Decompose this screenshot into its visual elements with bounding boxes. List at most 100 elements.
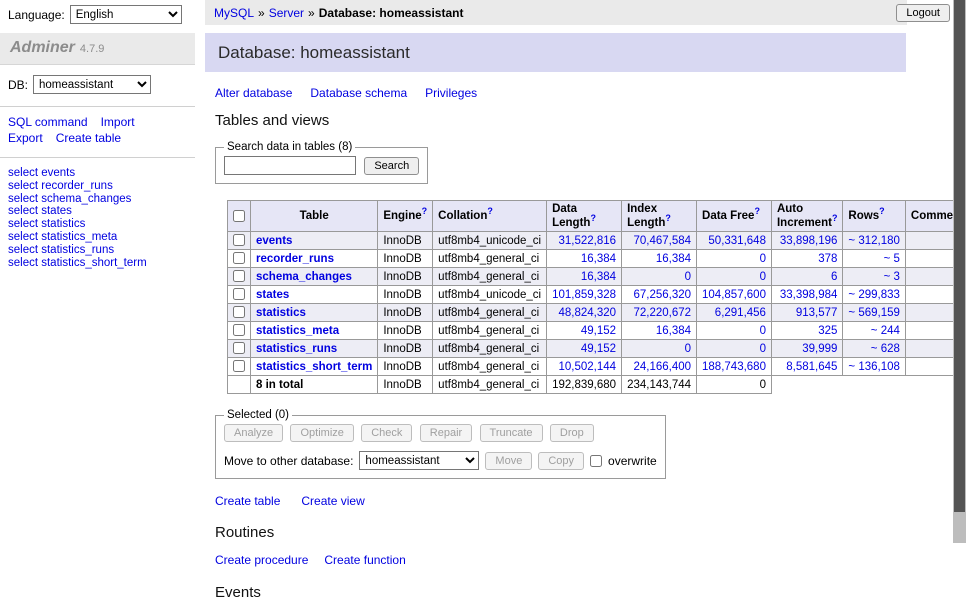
rows-count-link[interactable]: ~ 628 xyxy=(871,343,900,355)
language-select[interactable]: English xyxy=(70,5,182,24)
repair-button[interactable]: Repair xyxy=(420,424,472,442)
help-icon[interactable]: ? xyxy=(879,206,885,216)
search-button[interactable]: Search xyxy=(364,157,419,175)
sidebar-export-link[interactable]: Export xyxy=(8,131,43,145)
row-checkbox[interactable] xyxy=(233,288,245,300)
rows-count-link[interactable]: ~ 299,833 xyxy=(848,289,899,301)
move-button[interactable]: Move xyxy=(485,452,532,470)
breadcrumb-mysql-link[interactable]: MySQL xyxy=(214,6,254,20)
data-length-link[interactable]: 101,859,328 xyxy=(552,289,616,301)
table-name-link[interactable]: statistics_short_term xyxy=(256,361,372,373)
table-name-link[interactable]: schema_changes xyxy=(256,271,352,283)
data-free-link[interactable]: 0 xyxy=(760,253,766,265)
logout-button[interactable]: Logout xyxy=(896,4,950,22)
help-icon[interactable]: ? xyxy=(487,206,493,216)
alter-database-link[interactable]: Alter database xyxy=(215,86,292,100)
sidebar-item-select-statistics-short-term[interactable]: select statistics_short_term xyxy=(8,257,187,270)
data-free-link[interactable]: 0 xyxy=(760,325,766,337)
auto-increment-link[interactable]: 913,577 xyxy=(796,307,838,319)
create-table-link[interactable]: Create table xyxy=(215,494,280,508)
db-select[interactable]: homeassistant xyxy=(33,75,151,94)
auto-increment-link[interactable]: 39,999 xyxy=(802,343,837,355)
help-icon[interactable]: ? xyxy=(754,206,760,216)
table-name-link[interactable]: events xyxy=(256,235,292,247)
privileges-link[interactable]: Privileges xyxy=(425,86,477,100)
data-free-link[interactable]: 0 xyxy=(760,343,766,355)
data-free-link[interactable]: 6,291,456 xyxy=(715,307,766,319)
row-checkbox[interactable] xyxy=(233,360,245,372)
index-length-link[interactable]: 16,384 xyxy=(656,253,691,265)
data-length-link[interactable]: 10,502,144 xyxy=(559,361,617,373)
create-function-link[interactable]: Create function xyxy=(324,553,405,567)
auto-increment-link[interactable]: 33,398,984 xyxy=(780,289,838,301)
data-length-link[interactable]: 31,522,816 xyxy=(559,235,617,247)
database-schema-link[interactable]: Database schema xyxy=(310,86,407,100)
sidebar-import-link[interactable]: Import xyxy=(101,115,135,129)
sidebar-item-select-recorder-runs[interactable]: select recorder_runs xyxy=(8,180,187,193)
index-length-link[interactable]: 16,384 xyxy=(656,325,691,337)
index-length-link[interactable]: 70,467,584 xyxy=(633,235,691,247)
sidebar-create-table-link[interactable]: Create table xyxy=(56,131,121,145)
rows-count-link[interactable]: ~ 244 xyxy=(871,325,900,337)
rows-count-link[interactable]: ~ 3 xyxy=(884,271,900,283)
create-procedure-link[interactable]: Create procedure xyxy=(215,553,308,567)
optimize-button[interactable]: Optimize xyxy=(290,424,353,442)
vertical-scrollbar[interactable] xyxy=(953,0,966,543)
rows-count-link[interactable]: ~ 312,180 xyxy=(848,235,899,247)
data-length-link[interactable]: 16,384 xyxy=(581,253,616,265)
truncate-button[interactable]: Truncate xyxy=(480,424,543,442)
auto-increment-link[interactable]: 378 xyxy=(818,253,837,265)
rows-count-link[interactable]: ~ 136,108 xyxy=(848,361,899,373)
data-free-link[interactable]: 50,331,648 xyxy=(708,235,766,247)
data-free-link[interactable]: 188,743,680 xyxy=(702,361,766,373)
index-length-link[interactable]: 67,256,320 xyxy=(633,289,691,301)
data-length-link[interactable]: 49,152 xyxy=(581,343,616,355)
data-length-link[interactable]: 16,384 xyxy=(581,271,616,283)
auto-increment-link[interactable]: 33,898,196 xyxy=(780,235,838,247)
auto-increment-link[interactable]: 325 xyxy=(818,325,837,337)
table-name-link[interactable]: states xyxy=(256,289,289,301)
sidebar-sql-command-link[interactable]: SQL command xyxy=(8,115,88,129)
help-icon[interactable]: ? xyxy=(590,213,596,223)
check-button[interactable]: Check xyxy=(361,424,412,442)
table-name-link[interactable]: statistics_meta xyxy=(256,325,339,337)
index-length-link[interactable]: 0 xyxy=(685,271,691,283)
table-name-link[interactable]: statistics xyxy=(256,307,306,319)
row-checkbox[interactable] xyxy=(233,324,245,336)
rows-count-link[interactable]: ~ 569,159 xyxy=(848,307,899,319)
row-checkbox[interactable] xyxy=(233,252,245,264)
help-icon[interactable]: ? xyxy=(665,213,671,223)
sidebar-item-select-statistics[interactable]: select statistics xyxy=(8,218,187,231)
data-free-link[interactable]: 0 xyxy=(760,271,766,283)
sidebar-item-select-statistics-meta[interactable]: select statistics_meta xyxy=(8,231,187,244)
create-view-link[interactable]: Create view xyxy=(301,494,364,508)
breadcrumb-server-link[interactable]: Server xyxy=(269,6,304,20)
data-length-link[interactable]: 48,824,320 xyxy=(559,307,617,319)
search-input[interactable] xyxy=(224,156,356,175)
auto-increment-link[interactable]: 8,581,645 xyxy=(786,361,837,373)
select-all-checkbox[interactable] xyxy=(233,210,245,222)
row-checkbox[interactable] xyxy=(233,234,245,246)
row-checkbox[interactable] xyxy=(233,270,245,282)
drop-button[interactable]: Drop xyxy=(550,424,594,442)
analyze-button[interactable]: Analyze xyxy=(224,424,283,442)
data-length-link[interactable]: 49,152 xyxy=(581,325,616,337)
auto-increment-link[interactable]: 6 xyxy=(831,271,837,283)
table-name-link[interactable]: statistics_runs xyxy=(256,343,337,355)
index-length-link[interactable]: 24,166,400 xyxy=(633,361,691,373)
scrollbar-thumb[interactable] xyxy=(954,0,965,512)
rows-count-link[interactable]: ~ 5 xyxy=(884,253,900,265)
table-name-link[interactable]: recorder_runs xyxy=(256,253,334,265)
row-checkbox[interactable] xyxy=(233,306,245,318)
sidebar-item-select-statistics-runs[interactable]: select statistics_runs xyxy=(8,244,187,257)
move-db-select[interactable]: homeassistant xyxy=(359,451,479,470)
data-free-link[interactable]: 104,857,600 xyxy=(702,289,766,301)
sidebar-item-select-schema-changes[interactable]: select schema_changes xyxy=(8,193,187,206)
help-icon[interactable]: ? xyxy=(422,206,428,216)
help-icon[interactable]: ? xyxy=(832,213,838,223)
sidebar-item-select-states[interactable]: select states xyxy=(8,205,187,218)
index-length-link[interactable]: 0 xyxy=(685,343,691,355)
overwrite-checkbox[interactable] xyxy=(590,455,602,467)
copy-button[interactable]: Copy xyxy=(538,452,584,470)
row-checkbox[interactable] xyxy=(233,342,245,354)
